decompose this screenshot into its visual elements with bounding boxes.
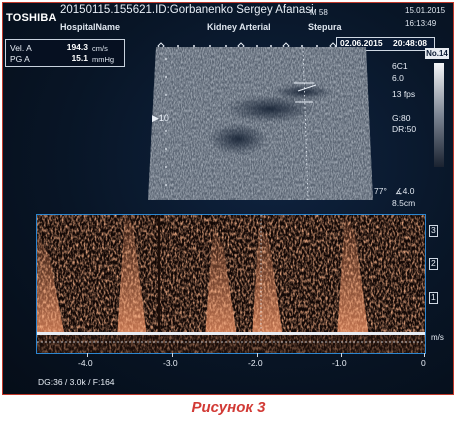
velocity-label-1: 1 xyxy=(431,292,436,302)
angle-value: 4.0 xyxy=(402,186,415,196)
time-tick xyxy=(424,353,425,357)
depth-label: 8.5cm xyxy=(392,198,416,208)
velocity-label: Vel. A xyxy=(10,43,32,53)
angle-value-label: ∡4.0 xyxy=(395,186,414,197)
velocity-unit: cm/s xyxy=(92,44,108,53)
frame-number-badge: No.14 xyxy=(425,48,449,59)
header-date: 15.01.2015 xyxy=(405,6,446,15)
angle-label: 77° xyxy=(374,186,387,196)
time-tick xyxy=(87,353,88,357)
pressure-gradient-label: PG A xyxy=(10,54,30,64)
velocity-label-3: 3 xyxy=(431,225,436,235)
brand-logo: TOSHIBA xyxy=(6,12,57,24)
figure-caption: Рисунок 3 xyxy=(191,399,266,416)
hospital-name: HospitalName xyxy=(60,22,121,32)
ultrasound-screen: TOSHIBA 20150115.155621.ID:Gorbanenko Se… xyxy=(3,3,453,394)
angle-correction-icon: ∡ xyxy=(395,186,403,196)
transducer-label: 6C1 xyxy=(392,61,408,71)
header-time: 16:13:49 xyxy=(405,19,437,28)
time-label: 0 xyxy=(421,358,426,368)
frequency-label: 6.0 xyxy=(392,73,404,83)
velocity-value: 194.3 xyxy=(66,42,88,52)
exam-type: Kidney Arterial xyxy=(207,22,271,32)
time-label: -1.0 xyxy=(332,358,347,368)
dynamic-range-label: DR:50 xyxy=(392,124,417,134)
b-mode-image xyxy=(148,47,373,200)
time-label: -3.0 xyxy=(163,358,178,368)
time-tick xyxy=(341,353,342,357)
doppler-settings: DG:36 / 3.0k / F:164 xyxy=(38,377,115,387)
patient-id: 20150115.155621.ID:Gorbanenko Sergey Afa… xyxy=(60,4,314,16)
velocity-label-2: 2 xyxy=(431,258,436,268)
frame-rate-label: 13 fps xyxy=(392,89,416,99)
time-tick xyxy=(172,353,173,357)
gain-label: G:80 xyxy=(392,113,411,123)
focus-marker: ▶10 xyxy=(152,113,169,123)
grayscale-bar xyxy=(434,63,444,167)
time-label: -4.0 xyxy=(78,358,93,368)
image-time: 20:48:08 xyxy=(393,38,428,48)
pressure-gradient-value: 15.1 xyxy=(71,53,88,63)
ultrasound-screen-frame: TOSHIBA 20150115.155621.ID:Gorbanenko Se… xyxy=(2,2,454,395)
doppler-spectrum xyxy=(36,214,426,354)
measurement-box: Vel. A 194.3 cm/s PG A 15.1 mmHg xyxy=(5,39,125,67)
velocity-unit-label: m/s xyxy=(431,333,444,342)
baseline xyxy=(37,332,425,335)
time-label: -2.0 xyxy=(248,358,263,368)
pressure-gradient-unit: mmHg xyxy=(92,55,115,64)
spectrum-canvas xyxy=(37,215,425,353)
time-tick xyxy=(257,353,258,357)
operator-name: Stepura xyxy=(308,22,342,32)
m-index: M 58 xyxy=(310,8,328,17)
